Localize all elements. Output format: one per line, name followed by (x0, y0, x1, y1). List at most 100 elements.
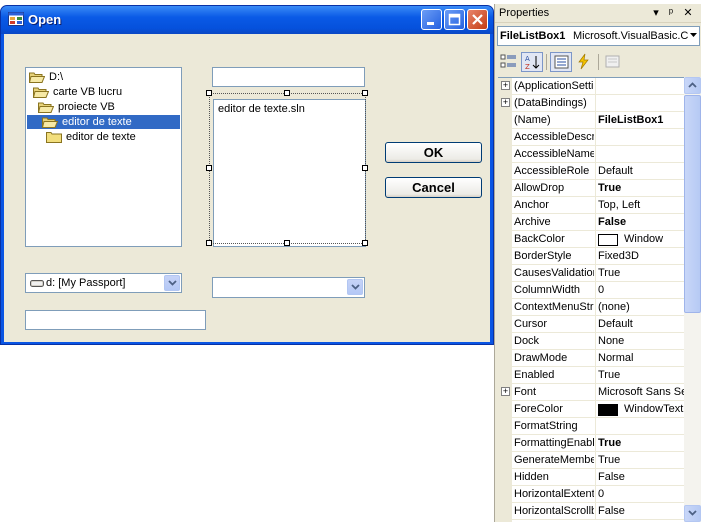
property-row[interactable]: + (ApplicationSetti (498, 78, 684, 95)
property-row[interactable]: ForeColor WindowText (498, 401, 684, 418)
property-value[interactable]: 0 (598, 284, 684, 296)
property-row[interactable]: AccessibleDescri (498, 129, 684, 146)
maximize-button[interactable] (444, 9, 465, 30)
drive-combobox-dropdown[interactable] (164, 275, 180, 291)
resize-handle[interactable] (284, 240, 290, 246)
scroll-thumb[interactable] (684, 95, 701, 313)
property-row[interactable]: Archive False (498, 214, 684, 231)
property-value[interactable]: True (598, 437, 684, 449)
auto-hide-button[interactable]: ᵖ (665, 6, 677, 20)
property-row[interactable]: AccessibleName (498, 146, 684, 163)
cancel-button[interactable]: Cancel (385, 177, 482, 198)
property-value[interactable]: Top, Left (598, 199, 684, 211)
property-row[interactable]: + Font Microsoft Sans Se (498, 384, 684, 401)
scroll-down-button[interactable] (684, 505, 701, 522)
events-button[interactable] (573, 52, 595, 72)
property-row[interactable]: FormatString (498, 418, 684, 435)
property-row[interactable]: HorizontalScrollb False (498, 503, 684, 520)
property-grid-scrollbar[interactable] (684, 77, 701, 522)
property-row[interactable]: BorderStyle Fixed3D (498, 248, 684, 265)
filter-combobox-dropdown[interactable] (347, 279, 363, 295)
property-row[interactable]: Anchor Top, Left (498, 197, 684, 214)
property-row[interactable]: + (DataBindings) (498, 95, 684, 112)
property-value[interactable]: False (598, 471, 684, 483)
minimize-button[interactable] (421, 9, 442, 30)
property-row[interactable]: FormattingEnabl True (498, 435, 684, 452)
dir-item[interactable]: editor de texte (46, 130, 136, 144)
property-value[interactable]: True (598, 267, 684, 279)
path-textbox[interactable] (25, 310, 206, 330)
property-value[interactable]: None (598, 335, 684, 347)
property-value[interactable]: Default (598, 318, 684, 330)
property-row[interactable]: DrawMode Normal (498, 350, 684, 367)
property-row[interactable]: CausesValidatior True (498, 265, 684, 282)
dir-item[interactable]: proiecte VB (38, 100, 115, 114)
property-row[interactable]: Enabled True (498, 367, 684, 384)
directory-listbox[interactable]: D:\ carte VB lucru proiecte VB editor de… (25, 67, 182, 247)
filename-textbox[interactable] (212, 67, 365, 87)
property-row[interactable]: ContextMenuStr (none) (498, 299, 684, 316)
resize-handle[interactable] (206, 240, 212, 246)
dir-item-label: editor de texte (62, 116, 132, 128)
property-value[interactable]: Microsoft Sans Se (598, 386, 684, 398)
folder-open-icon (42, 117, 58, 128)
resize-handle[interactable] (362, 90, 368, 96)
form-title-bar[interactable]: Open (1, 6, 493, 34)
property-value[interactable]: False (598, 216, 684, 228)
dir-item-root[interactable]: D:\ (29, 70, 63, 84)
property-value[interactable]: (none) (598, 301, 684, 313)
property-row[interactable]: Hidden False (498, 469, 684, 486)
property-value[interactable]: Window (624, 233, 684, 245)
property-row[interactable]: AllowDrop True (498, 180, 684, 197)
property-value[interactable]: True (598, 369, 684, 381)
property-value[interactable]: Fixed3D (598, 250, 684, 262)
property-row[interactable]: AccessibleRole Default (498, 163, 684, 180)
resize-handle[interactable] (206, 165, 212, 171)
svg-text:A: A (525, 55, 530, 63)
object-selector[interactable]: FileListBox1 Microsoft.VisualBasic.C (497, 26, 700, 46)
property-value[interactable]: Default (598, 165, 684, 177)
expand-icon[interactable]: + (501, 387, 510, 396)
resize-handle[interactable] (284, 90, 290, 96)
column-divider (595, 316, 596, 333)
property-value[interactable]: WindowText (624, 403, 684, 415)
property-row[interactable]: Dock None (498, 333, 684, 350)
property-value[interactable]: True (598, 454, 684, 466)
window-position-button[interactable]: ▾ (650, 6, 662, 20)
scroll-up-button[interactable] (684, 77, 701, 94)
property-value[interactable]: FileListBox1 (598, 114, 684, 126)
ok-button[interactable]: OK (385, 142, 482, 163)
properties-view-button[interactable] (550, 52, 572, 72)
property-value[interactable]: 0 (598, 488, 684, 500)
property-value[interactable]: False (598, 505, 684, 517)
property-value[interactable]: True (598, 182, 684, 194)
alphabetical-button[interactable]: A Z (521, 52, 543, 72)
property-row[interactable]: (Name) FileListBox1 (498, 112, 684, 129)
resize-handle[interactable] (362, 240, 368, 246)
property-row[interactable]: BackColor Window (498, 231, 684, 248)
property-row[interactable]: HorizontalExtent 0 (498, 486, 684, 503)
filter-combobox[interactable] (212, 277, 365, 298)
drive-combobox[interactable]: d: [My Passport] (25, 273, 182, 293)
expand-icon[interactable]: + (501, 81, 510, 90)
color-swatch (598, 404, 618, 416)
property-grid[interactable]: + (ApplicationSetti + (DataBindings) (Name) F… (498, 77, 684, 522)
property-name: CausesValidatior (514, 267, 594, 279)
expand-icon[interactable]: + (501, 98, 510, 107)
dir-item-selected[interactable]: editor de texte (27, 115, 180, 129)
categorized-icon (500, 54, 516, 68)
property-row[interactable]: Cursor Default (498, 316, 684, 333)
column-divider (595, 78, 596, 95)
resize-handle[interactable] (206, 90, 212, 96)
column-divider (595, 146, 596, 163)
property-row[interactable]: ColumnWidth 0 (498, 282, 684, 299)
close-button[interactable] (467, 9, 488, 30)
close-panel-button[interactable]: ✕ (682, 6, 694, 20)
property-row[interactable]: GenerateMembe True (498, 452, 684, 469)
categorized-button[interactable] (498, 52, 520, 72)
property-value[interactable]: Normal (598, 352, 684, 364)
property-name: Dock (514, 335, 540, 347)
dir-item[interactable]: carte VB lucru (33, 85, 122, 99)
property-pages-button[interactable] (602, 52, 624, 72)
resize-handle[interactable] (362, 165, 368, 171)
